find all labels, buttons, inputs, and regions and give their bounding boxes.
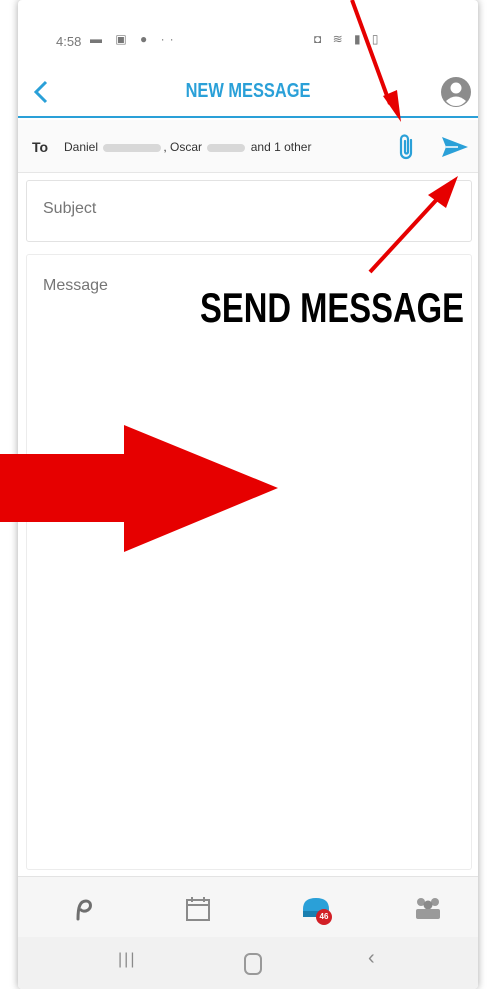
notification-icons: ▬ ▣ ● ·· bbox=[90, 32, 179, 46]
recipient-second-name: Oscar bbox=[170, 140, 203, 154]
nav-messages[interactable]: 46 bbox=[296, 889, 336, 929]
recipients-row[interactable]: To Daniel , Oscar and 1 other bbox=[18, 120, 478, 173]
unread-badge: 46 bbox=[316, 909, 332, 925]
attach-button[interactable] bbox=[396, 132, 418, 162]
send-button[interactable] bbox=[440, 134, 470, 160]
chevron-left-icon bbox=[33, 80, 48, 104]
subject-field[interactable] bbox=[26, 180, 472, 242]
system-status-icons: ◘ ≋ ▮ ▯ bbox=[314, 32, 383, 46]
redacted-surname bbox=[207, 143, 246, 152]
redacted-surname bbox=[103, 143, 162, 152]
send-message-callout: SEND MESSAGE bbox=[200, 284, 464, 331]
recents-icon[interactable]: ||| bbox=[118, 951, 136, 969]
profile-icon bbox=[441, 77, 471, 107]
nav-groups[interactable] bbox=[408, 889, 448, 929]
paperclip-icon bbox=[399, 134, 413, 160]
home-icon[interactable] bbox=[244, 953, 262, 975]
subject-input[interactable] bbox=[41, 199, 455, 219]
recipients-list[interactable]: Daniel , Oscar and 1 other bbox=[64, 140, 311, 154]
send-icon bbox=[442, 137, 468, 157]
profile-button[interactable] bbox=[440, 76, 472, 108]
calendar-icon bbox=[186, 897, 210, 921]
to-label: To bbox=[32, 139, 49, 155]
messages-icon bbox=[303, 898, 329, 917]
message-input[interactable] bbox=[41, 275, 455, 839]
message-field[interactable] bbox=[26, 254, 472, 870]
status-bar: 4:58 ▬ ▣ ● ·· ◘ ≋ ▮ ▯ bbox=[18, 28, 478, 58]
phone-screen: 4:58 ▬ ▣ ● ·· ◘ ≋ ▮ ▯ NEW MESSAGE To Dan… bbox=[18, 0, 478, 989]
system-navigation-bar: ||| ‹ bbox=[18, 937, 478, 989]
status-time: 4:58 bbox=[56, 34, 82, 49]
nav-calendar[interactable] bbox=[178, 889, 218, 929]
recipient-first-name: Daniel bbox=[64, 140, 99, 154]
nav-home[interactable] bbox=[64, 889, 104, 929]
page-title: NEW MESSAGE bbox=[185, 80, 311, 102]
app-bar: NEW MESSAGE bbox=[18, 70, 478, 118]
system-back-icon[interactable]: ‹ bbox=[368, 947, 375, 970]
back-button[interactable] bbox=[30, 76, 60, 108]
bottom-navigation: 46 bbox=[18, 876, 478, 937]
recipients-more: and 1 other bbox=[250, 140, 312, 154]
group-icon bbox=[416, 898, 440, 919]
app-logo-icon bbox=[76, 899, 92, 921]
